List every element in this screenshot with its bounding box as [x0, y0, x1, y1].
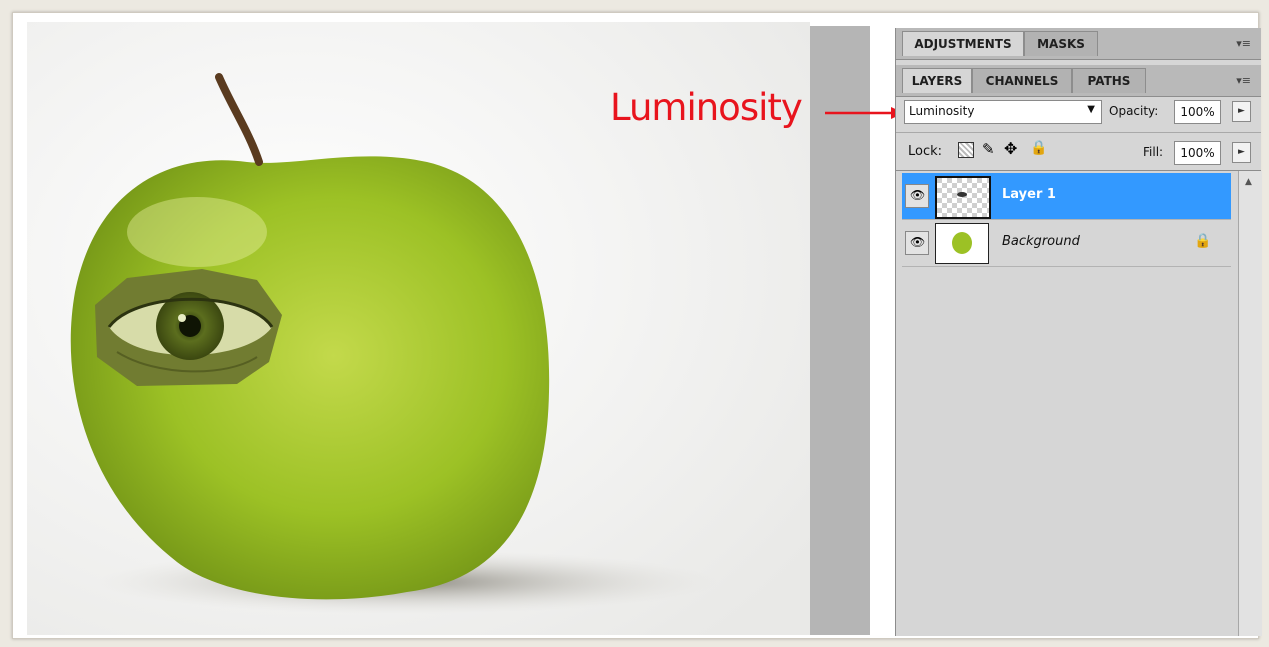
tab-adjustments[interactable]: ADJUSTMENTS [902, 31, 1024, 56]
apple-highlight [127, 197, 267, 267]
opacity-input[interactable]: 100% [1174, 100, 1221, 124]
fill-slider-button[interactable]: ► [1232, 142, 1251, 163]
lock-brush-icon[interactable]: ✎ [982, 140, 995, 158]
fill-label: Fill: [1143, 145, 1164, 159]
panel-menu-icon[interactable]: ▾≡ [1236, 37, 1251, 50]
photoshop-panel: ADJUSTMENTS MASKS ▾≡ LAYERS CHANNELS PAT… [895, 28, 1262, 636]
layer-row-background[interactable]: 👁 Background 🔒 [902, 219, 1231, 267]
chevron-down-icon: ▼ [1087, 104, 1095, 115]
eye-overlay [95, 269, 282, 386]
annotation-arrow-icon [825, 107, 904, 119]
lock-label: Lock: [908, 144, 943, 159]
eye-layer-thumbnail [935, 176, 991, 219]
tab-layers[interactable]: LAYERS [902, 68, 972, 93]
lock-all-icon[interactable]: 🔒 [1030, 140, 1047, 156]
layer-row-layer-1[interactable]: 👁 Layer 1 [902, 173, 1231, 219]
layer-lock-icon: 🔒 [1194, 233, 1212, 249]
annotation-label: Luminosity [610, 86, 803, 129]
layer-name: Background [1002, 234, 1080, 249]
layer-name: Layer 1 [1002, 187, 1056, 202]
tab-paths[interactable]: PATHS [1072, 68, 1146, 93]
layers-tab-row: LAYERS CHANNELS PATHS ▾≡ [896, 65, 1261, 97]
layers-list: 👁 Layer 1 👁 Background 🔒 [896, 171, 1237, 636]
adjustments-tab-row: ADJUSTMENTS MASKS ▾≡ [896, 28, 1261, 60]
apple-thumbnail [935, 223, 989, 264]
lock-transparent-icon[interactable] [958, 142, 974, 158]
fill-input[interactable]: 100% [1174, 141, 1221, 165]
tab-masks[interactable]: MASKS [1024, 31, 1098, 56]
blend-mode-value: Luminosity [909, 104, 975, 118]
visibility-eye-icon[interactable]: 👁 [905, 184, 929, 208]
divider [896, 132, 1261, 133]
opacity-slider-button[interactable]: ► [1232, 101, 1251, 122]
lock-move-icon[interactable]: ✥ [1004, 139, 1017, 158]
scroll-up-icon[interactable]: ▲ [1245, 177, 1252, 187]
layers-scrollbar[interactable]: ▲ [1238, 171, 1262, 636]
tab-channels[interactable]: CHANNELS [972, 68, 1072, 93]
blend-mode-select[interactable]: Luminosity ▼ [904, 100, 1102, 124]
visibility-eye-icon[interactable]: 👁 [905, 231, 929, 255]
layers-panel-menu-icon[interactable]: ▾≡ [1236, 74, 1251, 87]
opacity-label: Opacity: [1109, 104, 1159, 118]
